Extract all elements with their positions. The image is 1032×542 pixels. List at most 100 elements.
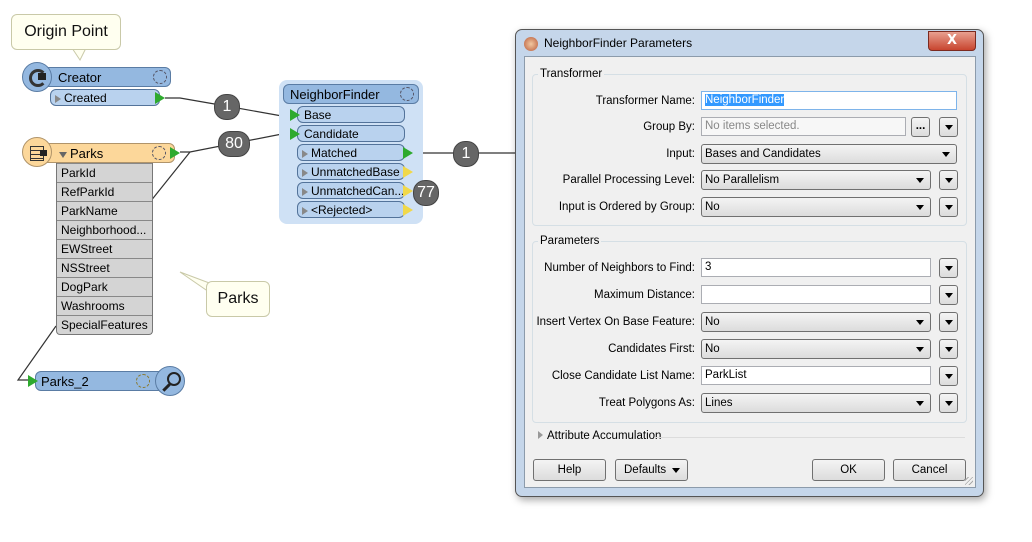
input-select[interactable]: Bases and Candidates xyxy=(701,144,957,164)
port-label: Candidate xyxy=(304,127,359,141)
input-label: Input: xyxy=(666,148,695,160)
attribute-item[interactable]: RefParkId xyxy=(57,182,152,201)
dropdown-arrow-icon xyxy=(945,374,953,379)
output-port-matched[interactable]: Matched xyxy=(297,144,405,161)
creator-gear-icon[interactable] xyxy=(153,70,167,84)
candidates-first-value: No xyxy=(705,343,720,355)
attribute-accumulation-section[interactable]: Attribute Accumulation xyxy=(538,430,661,442)
port-label: Matched xyxy=(311,146,358,160)
treat-polygons-select[interactable]: Lines xyxy=(701,393,931,413)
attribute-item[interactable]: ParkId xyxy=(57,163,152,182)
dropdown-arrow-icon xyxy=(916,178,924,183)
input-value: Bases and Candidates xyxy=(705,148,821,160)
neighbors-menu-button[interactable] xyxy=(939,258,958,278)
annotation-parks[interactable]: Parks xyxy=(206,281,270,317)
input-ordered-select[interactable]: No xyxy=(701,197,931,217)
output-port-rejected[interactable]: <Rejected> xyxy=(297,201,405,218)
neighborfinder-gear-icon[interactable] xyxy=(400,87,414,101)
input-ordered-menu-button[interactable] xyxy=(939,197,958,217)
attribute-item[interactable]: ParkName xyxy=(57,201,152,220)
attribute-item[interactable]: DogPark xyxy=(57,277,152,296)
group-by-input[interactable]: No items selected. xyxy=(701,117,906,136)
collapse-icon[interactable] xyxy=(59,151,67,158)
list-name-label: Close Candidate List Name: xyxy=(551,370,695,382)
neighbors-input[interactable]: 3 xyxy=(701,258,931,277)
parks2-name: Parks_2 xyxy=(41,374,89,389)
help-button[interactable]: Help xyxy=(533,459,606,481)
neighbors-label: Number of Neighbors to Find: xyxy=(544,262,695,274)
dropdown-arrow-icon xyxy=(945,347,953,352)
max-distance-input[interactable] xyxy=(701,285,931,304)
output-port-unmatchedbase[interactable]: UnmatchedBase xyxy=(297,163,405,180)
dropdown-arrow-icon xyxy=(945,401,953,406)
list-name-input[interactable]: ParkList xyxy=(701,366,931,385)
expand-icon xyxy=(302,168,308,177)
inspector-magnifier-icon xyxy=(155,366,185,396)
group-by-browse-button[interactable]: ... xyxy=(911,117,930,137)
port-label: <Rejected> xyxy=(311,203,373,217)
treat-polygons-value: Lines xyxy=(705,397,733,409)
feature-count-created[interactable]: 1 xyxy=(214,94,240,120)
dropdown-arrow-icon xyxy=(916,401,924,406)
annotation-origin-point[interactable]: Origin Point xyxy=(11,14,121,50)
treat-polygons-menu-button[interactable] xyxy=(939,393,958,413)
input-ordered-label: Input is Ordered by Group: xyxy=(558,201,695,213)
input-arrow-icon xyxy=(28,375,38,387)
cancel-button[interactable]: Cancel xyxy=(893,459,966,481)
output-arrow-icon xyxy=(403,166,413,178)
output-arrow-icon xyxy=(403,185,413,197)
output-arrow-icon xyxy=(170,147,180,159)
expand-icon xyxy=(538,431,543,439)
parameters-dialog: NeighborFinder Parameters X Transformer … xyxy=(515,29,984,497)
port-label: UnmatchedBase xyxy=(311,165,400,179)
transformer-name-value: NeighborFinder xyxy=(705,94,785,106)
expand-icon xyxy=(302,149,308,158)
feature-count-unmatched-candidate[interactable]: 77 xyxy=(413,180,439,206)
input-ordered-value: No xyxy=(705,201,720,213)
candidates-first-select[interactable]: No xyxy=(701,339,931,359)
group-by-menu-button[interactable] xyxy=(939,117,958,137)
attribute-item[interactable]: EWStreet xyxy=(57,239,152,258)
annotation-text: Origin Point xyxy=(24,23,108,40)
transformer-name-input[interactable]: NeighborFinder xyxy=(701,91,957,110)
expand-icon xyxy=(55,94,61,103)
annotation-text: Parks xyxy=(217,290,259,307)
input-port-base[interactable]: Base xyxy=(297,106,405,123)
ok-button[interactable]: OK xyxy=(812,459,885,481)
attribute-item[interactable]: Washrooms xyxy=(57,296,152,315)
max-distance-menu-button[interactable] xyxy=(939,285,958,305)
treat-polygons-label: Treat Polygons As: xyxy=(598,397,695,409)
creator-transformer[interactable]: Creator xyxy=(40,67,171,87)
attribute-item[interactable]: NSStreet xyxy=(57,258,152,277)
output-port-unmatchedcandidate[interactable]: UnmatchedCan... xyxy=(297,182,405,199)
candidates-first-menu-button[interactable] xyxy=(939,339,958,359)
parallel-processing-label: Parallel Processing Level: xyxy=(562,174,695,186)
feature-count-matched[interactable]: 1 xyxy=(453,141,479,167)
insert-vertex-label: Insert Vertex On Base Feature: xyxy=(536,316,695,328)
port-label: UnmatchedCan... xyxy=(311,184,405,198)
close-button[interactable]: X xyxy=(928,31,976,51)
list-name-menu-button[interactable] xyxy=(939,366,958,386)
insert-vertex-menu-button[interactable] xyxy=(939,312,958,332)
parks-gear-icon[interactable] xyxy=(152,146,166,160)
parallel-processing-value: No Parallelism xyxy=(705,174,780,186)
neighborfinder-transformer[interactable]: NeighborFinder xyxy=(283,84,419,104)
dropdown-arrow-icon xyxy=(945,293,953,298)
parks-name: Parks xyxy=(70,146,104,161)
transformer-group-label: Transformer xyxy=(538,68,605,80)
output-port-created[interactable]: Created xyxy=(50,89,160,106)
input-arrow-icon xyxy=(290,109,300,121)
parallel-processing-menu-button[interactable] xyxy=(939,170,958,190)
input-port-candidate[interactable]: Candidate xyxy=(297,125,405,142)
resize-grip-icon[interactable] xyxy=(965,477,973,485)
dialog-body: Transformer Transformer Name: NeighborFi… xyxy=(524,56,976,488)
defaults-button[interactable]: Defaults xyxy=(615,459,688,481)
insert-vertex-select[interactable]: No xyxy=(701,312,931,332)
attribute-item[interactable]: Neighborhood... xyxy=(57,220,152,239)
parks2-gear-icon[interactable] xyxy=(136,374,150,388)
expand-icon xyxy=(302,206,308,215)
parallel-processing-select[interactable]: No Parallelism xyxy=(701,170,931,190)
dropdown-arrow-icon xyxy=(945,178,953,183)
attribute-item[interactable]: SpecialFeatures xyxy=(57,315,152,334)
feature-count-parks[interactable]: 80 xyxy=(218,131,250,157)
